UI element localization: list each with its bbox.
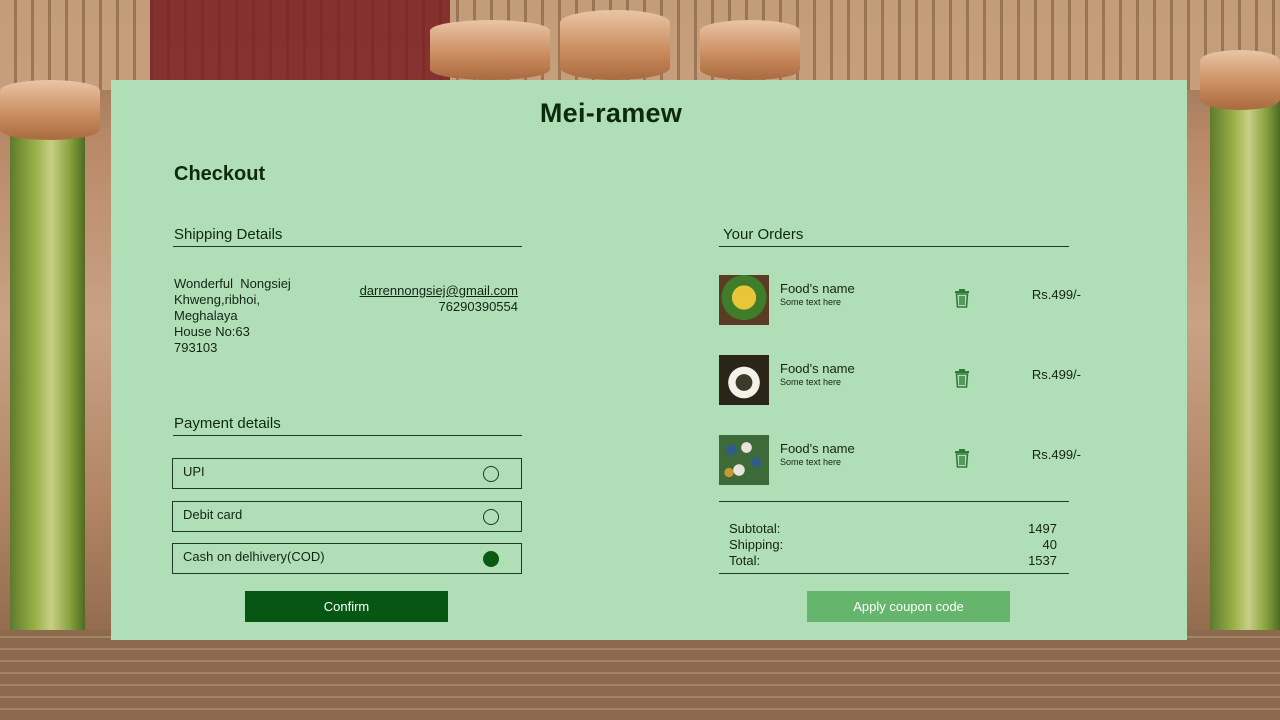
food-price: Rs.499/-	[1031, 447, 1081, 462]
shipping-label: Shipping:	[729, 537, 784, 552]
address-line: Meghalaya	[174, 308, 238, 323]
shipping-contact: darrennongsiej@gmail.com 76290390554	[351, 283, 518, 315]
totals-divider	[719, 501, 1069, 502]
total-value: 1537	[1028, 553, 1057, 568]
background-bamboo-cup	[700, 20, 800, 80]
background-bamboo-cup	[560, 10, 670, 80]
food-name: Food's name	[780, 361, 855, 376]
order-item: Food's name Some text here Rs.499/-	[719, 355, 1081, 405]
phone-number: 76290390554	[438, 299, 518, 314]
food-description: Some text here	[780, 297, 842, 307]
radio-button-upi[interactable]	[483, 466, 499, 482]
food-thumbnail	[719, 355, 769, 405]
address-line: House No:63	[174, 324, 250, 339]
order-totals: Subtotal: 1497 Shipping: 40 Total: 1537	[719, 521, 1069, 574]
food-description: Some text here	[780, 457, 842, 467]
food-name: Food's name	[780, 281, 855, 296]
order-item: Food's name Some text here Rs.499/-	[719, 275, 1081, 325]
food-price: Rs.499/-	[1031, 367, 1081, 382]
apply-coupon-button[interactable]: Apply coupon code	[807, 591, 1010, 622]
subtotal-value: 1497	[1028, 521, 1057, 536]
payment-option-debit-card[interactable]: Debit card	[172, 501, 522, 532]
subtotal-label: Subtotal:	[729, 521, 781, 536]
background-red-band	[150, 0, 450, 80]
background-bamboo-cup	[1200, 50, 1280, 110]
checkout-card: Mei-ramew Checkout Shipping Details Wond…	[111, 80, 1187, 640]
radio-button-debit-card[interactable]	[483, 509, 499, 525]
food-description: Some text here	[780, 377, 842, 387]
background-bamboo-cup	[430, 20, 550, 80]
payment-option-cod[interactable]: Cash on delhivery(COD)	[172, 543, 522, 574]
food-thumbnail	[719, 275, 769, 325]
payment-option-label: Debit card	[183, 507, 243, 522]
payment-option-upi[interactable]: UPI	[172, 458, 522, 489]
food-thumbnail	[719, 435, 769, 485]
trash-icon[interactable]	[953, 368, 971, 388]
background-bamboo-left	[10, 110, 85, 650]
address-line: Khweng,ribhoi,	[174, 292, 260, 307]
confirm-button[interactable]: Confirm	[245, 591, 448, 622]
shipping-heading: Shipping Details	[173, 226, 522, 247]
total-row: Total: 1537	[729, 553, 1057, 569]
payment-heading: Payment details	[173, 415, 522, 436]
total-label: Total:	[729, 553, 761, 568]
payment-option-label: Cash on delhivery(COD)	[183, 549, 325, 564]
shipping-row: Shipping: 40	[729, 537, 1057, 553]
radio-button-cod[interactable]	[483, 551, 499, 567]
payment-option-label: UPI	[183, 464, 205, 479]
shipping-address: Wonderful Nongsiej Khweng,ribhoi, Meghal…	[174, 276, 291, 356]
background-bamboo-cup	[0, 80, 100, 140]
trash-icon[interactable]	[953, 448, 971, 468]
food-name: Food's name	[780, 441, 855, 456]
email-link[interactable]: darrennongsiej@gmail.com	[351, 283, 518, 299]
address-line: 793103	[174, 340, 218, 355]
app-title: Mei-ramew	[539, 98, 683, 128]
trash-icon[interactable]	[953, 288, 971, 308]
order-item: Food's name Some text here Rs.499/-	[719, 435, 1081, 485]
background-floor	[0, 630, 1280, 720]
shipping-value: 40	[1042, 537, 1057, 552]
subtotal-row: Subtotal: 1497	[729, 521, 1057, 537]
address-line: Wonderful Nongsiej	[174, 276, 291, 291]
page-title: Checkout	[174, 163, 266, 185]
background-bamboo-right	[1210, 70, 1280, 720]
food-price: Rs.499/-	[1031, 287, 1081, 302]
orders-heading: Your Orders	[719, 226, 1069, 247]
